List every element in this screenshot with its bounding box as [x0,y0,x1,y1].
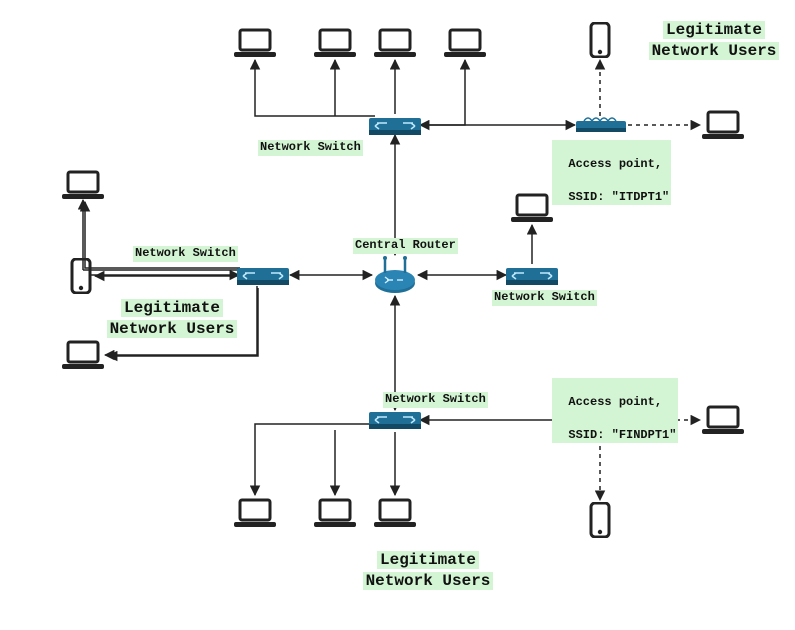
laptop-icon [314,28,356,58]
legit-top-line2: Network Users [649,42,780,60]
legit-left-line2: Network Users [107,320,238,338]
laptop-icon [234,28,276,58]
legitimate-users-left: Legitimate Network Users [92,298,252,340]
phone-icon [589,22,611,58]
laptop-icon [702,405,744,435]
ap-bottom-label-line1: Access point, [568,395,662,409]
central-router-label: Central Router [353,238,458,254]
switch-icon [369,114,421,136]
laptop-icon [234,498,276,528]
laptop-icon [511,193,553,223]
legit-bottom-line1: Legitimate [377,551,479,569]
laptop-icon [314,498,356,528]
laptop-icon [374,28,416,58]
ap-top-label-line2: SSID: "ITDPT1" [568,190,669,204]
switch-top-label: Network Switch [258,140,363,156]
ap-bottom-label: Access point, SSID: "FINDPT1" [552,378,678,443]
switch-icon [369,408,421,430]
legitimate-users-bottom: Legitimate Network Users [348,550,508,592]
laptop-icon [444,28,486,58]
switch-right-label: Network Switch [492,290,597,306]
laptop-icon [62,340,104,370]
laptop-icon [62,170,104,200]
laptop-icon [702,110,744,140]
router-icon [373,253,417,297]
legit-left-line1: Legitimate [121,299,223,317]
switch-left-label: Network Switch [133,246,238,262]
laptop-icon [374,498,416,528]
phone-icon [70,258,92,294]
ap-bottom-label-line2: SSID: "FINDPT1" [568,428,676,442]
switch-icon [506,264,558,286]
access-point-icon [576,115,626,133]
switch-icon [237,264,289,286]
legit-bottom-line2: Network Users [363,572,494,590]
legitimate-users-top: Legitimate Network Users [634,20,794,62]
ap-top-label: Access point, SSID: "ITDPT1" [552,140,671,205]
switch-bottom-label: Network Switch [383,392,488,408]
legit-top-line1: Legitimate [663,21,765,39]
ap-top-label-line1: Access point, [568,157,662,171]
phone-icon [589,502,611,538]
